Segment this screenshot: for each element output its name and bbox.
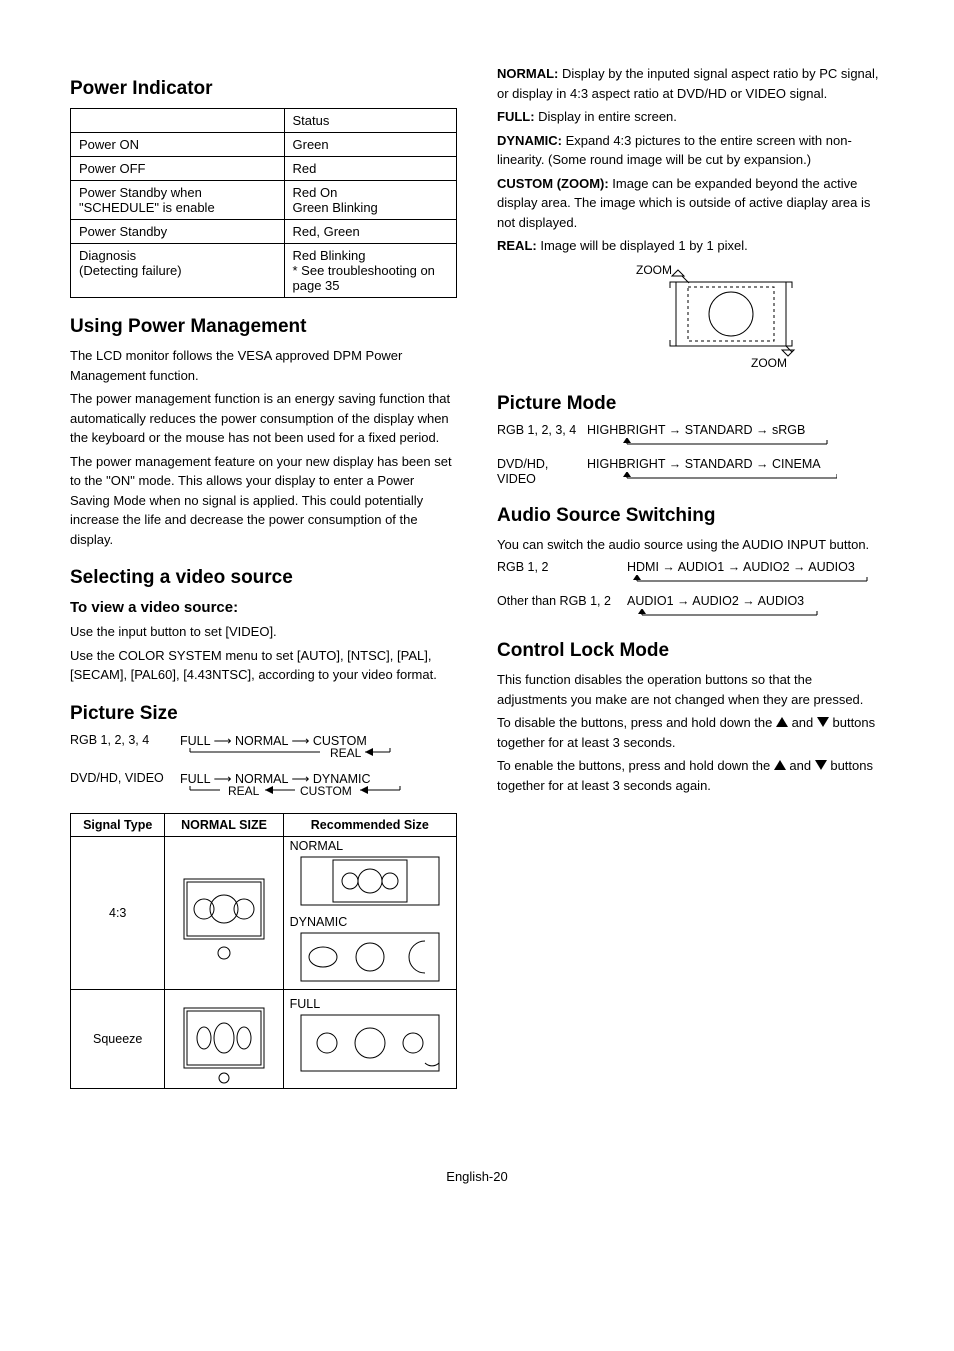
body-text: The power management feature on your new… [70, 452, 457, 550]
heading-power-indicator: Power Indicator [70, 78, 457, 100]
subheading-view-video: To view a video source: [70, 599, 457, 616]
page-footer: English-20 [70, 1169, 884, 1184]
svg-text:CUSTOM: CUSTOM [300, 786, 352, 798]
flow-return-arrow-icon [587, 438, 837, 448]
body-text: Use the input button to set [VIDEO]. [70, 622, 457, 642]
aspect-icon-4-3-normal [165, 836, 283, 989]
up-triangle-icon [774, 760, 786, 770]
flow-return-arrow-icon [627, 575, 877, 585]
picture-mode-flow-rgb: RGB 1, 2, 3, 4 HIGHBRIGHT → STANDARD → s… [497, 423, 884, 451]
heading-audio-switching: Audio Source Switching [497, 505, 884, 527]
size-sublabel: NORMAL [284, 837, 456, 855]
status-cell: Power ON [71, 133, 285, 157]
flow-label: DVD/HD, VIDEO [497, 457, 587, 487]
status-header: Status [284, 109, 456, 133]
flow-line: AUDIO1 → AUDIO2 → AUDIO3 [627, 594, 884, 608]
definition-custom: CUSTOM (ZOOM): Image can be expanded bey… [497, 174, 884, 233]
heading-power-management: Using Power Management [70, 316, 457, 338]
power-status-table: StatusPower ONGreenPower OFFRedPower Sta… [70, 108, 457, 298]
up-triangle-icon [776, 717, 788, 727]
size-cell: Squeeze [71, 989, 165, 1088]
status-cell: Diagnosis (Detecting failure) [71, 244, 285, 298]
flow-line: HIGHBRIGHT → STANDARD → sRGB [587, 423, 884, 437]
svg-text:REAL: REAL [330, 748, 362, 760]
aspect-icon-squeeze [165, 989, 283, 1088]
picture-size-flow-dvd: DVD/HD, VIDEO FULL ⟶ NORMAL ⟶ DYNAMIC RE… [70, 771, 457, 803]
flow-return-arrow-icon [587, 472, 837, 482]
status-cell: Green [284, 133, 456, 157]
body-text: To enable the buttons, press and hold do… [497, 756, 884, 795]
size-header: NORMAL SIZE [165, 813, 283, 836]
status-cell: Power OFF [71, 157, 285, 181]
heading-selecting-video: Selecting a video source [70, 567, 457, 589]
down-triangle-icon [817, 717, 829, 727]
zoom-label: ZOOM [636, 263, 672, 277]
flow-return-arrow-icon: REAL CUSTOM [180, 786, 420, 800]
definition-real: REAL: Image will be displayed 1 by 1 pix… [497, 236, 884, 256]
picture-size-flow-rgb: RGB 1, 2, 3, 4 FULL ⟶ NORMAL ⟶ CUSTOM RE… [70, 733, 457, 765]
body-text: Use the COLOR SYSTEM menu to set [AUTO],… [70, 646, 457, 685]
flow-label: DVD/HD, VIDEO [70, 771, 180, 785]
aspect-icon-full: FULL [283, 989, 456, 1088]
status-cell: Red, Green [284, 220, 456, 244]
audio-flow-rgb: RGB 1, 2 HDMI → AUDIO1 → AUDIO2 → AUDIO3 [497, 560, 884, 588]
definition-full: FULL: Display in entire screen. [497, 107, 884, 127]
body-text: This function disables the operation but… [497, 670, 884, 709]
status-cell: Power Standby when "SCHEDULE" is enable [71, 181, 285, 220]
flow-line: FULL ⟶ NORMAL ⟶ DYNAMIC [180, 771, 457, 786]
heading-picture-mode: Picture Mode [497, 393, 884, 415]
status-cell: Red Blinking * See troubleshooting on pa… [284, 244, 456, 298]
flow-line: FULL ⟶ NORMAL ⟶ CUSTOM [180, 733, 457, 748]
status-cell: Red [284, 157, 456, 181]
size-header: Signal Type [71, 813, 165, 836]
audio-flow-other: Other than RGB 1, 2 AUDIO1 → AUDIO2 → AU… [497, 594, 884, 622]
size-sublabel: FULL [284, 995, 456, 1013]
zoom-diagram: ZOOM ZOOM [497, 262, 884, 375]
flow-label: RGB 1, 2 [497, 560, 627, 574]
flow-label: Other than RGB 1, 2 [497, 594, 627, 608]
body-text: You can switch the audio source using th… [497, 535, 884, 555]
heading-control-lock: Control Lock Mode [497, 640, 884, 662]
size-header: Recommended Size [283, 813, 456, 836]
picture-mode-flow-dvd: DVD/HD, VIDEO HIGHBRIGHT → STANDARD → CI… [497, 457, 884, 487]
flow-label: RGB 1, 2, 3, 4 [70, 733, 180, 747]
size-cell: 4:3 [71, 836, 165, 989]
body-text: To disable the buttons, press and hold d… [497, 713, 884, 752]
status-cell: Red On Green Blinking [284, 181, 456, 220]
definition-normal: NORMAL: Display by the inputed signal as… [497, 64, 884, 103]
heading-picture-size: Picture Size [70, 703, 457, 725]
down-triangle-icon [815, 760, 827, 770]
status-cell: Power Standby [71, 220, 285, 244]
flow-return-arrow-icon: REAL [180, 748, 400, 762]
svg-text:REAL: REAL [228, 786, 260, 798]
body-text: The LCD monitor follows the VESA approve… [70, 346, 457, 385]
flow-label: RGB 1, 2, 3, 4 [497, 423, 587, 437]
definition-dynamic: DYNAMIC: Expand 4:3 pictures to the enti… [497, 131, 884, 170]
picture-size-table: Signal Type NORMAL SIZE Recommended Size… [70, 813, 457, 1089]
zoom-label: ZOOM [751, 356, 787, 370]
flow-return-arrow-icon [627, 609, 827, 619]
body-text: The power management function is an ener… [70, 389, 457, 448]
flow-line: HDMI → AUDIO1 → AUDIO2 → AUDIO3 [627, 560, 884, 574]
size-sublabel: DYNAMIC [284, 913, 456, 931]
status-empty-header [71, 109, 285, 133]
flow-line: HIGHBRIGHT → STANDARD → CINEMA [587, 457, 884, 471]
aspect-icon-recommended: NORMAL DYNAMIC [283, 836, 456, 989]
